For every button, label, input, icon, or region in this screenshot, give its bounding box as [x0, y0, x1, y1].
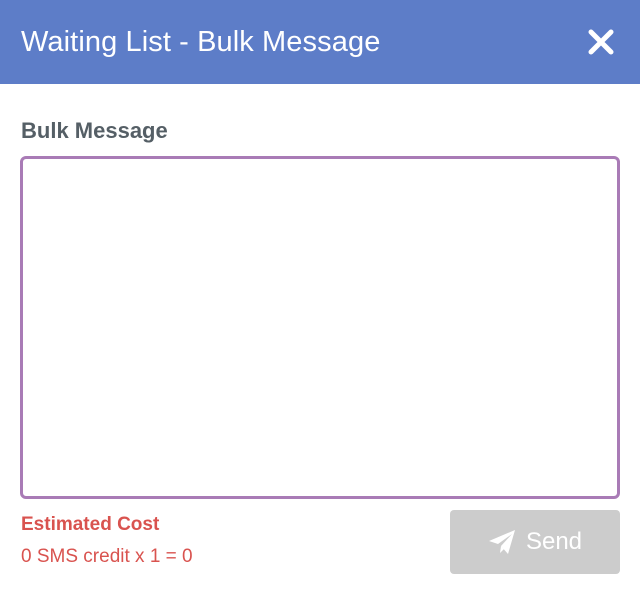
message-label: Bulk Message	[21, 118, 168, 143]
estimated-cost-value: 0 SMS credit x 1 = 0	[21, 546, 193, 567]
close-icon	[588, 29, 614, 55]
modal-title: Waiting List - Bulk Message	[21, 25, 381, 58]
message-textarea[interactable]	[20, 156, 620, 499]
estimated-cost-label: Estimated Cost	[21, 514, 160, 535]
send-button-label: Send	[525, 528, 583, 555]
close-button[interactable]	[584, 25, 618, 59]
modal-header: Waiting List - Bulk Message	[0, 0, 640, 84]
send-button[interactable]: Send	[450, 510, 620, 574]
bulk-message-modal: Waiting List - Bulk Message Bulk Message…	[0, 0, 640, 592]
paper-plane-icon	[488, 529, 516, 555]
